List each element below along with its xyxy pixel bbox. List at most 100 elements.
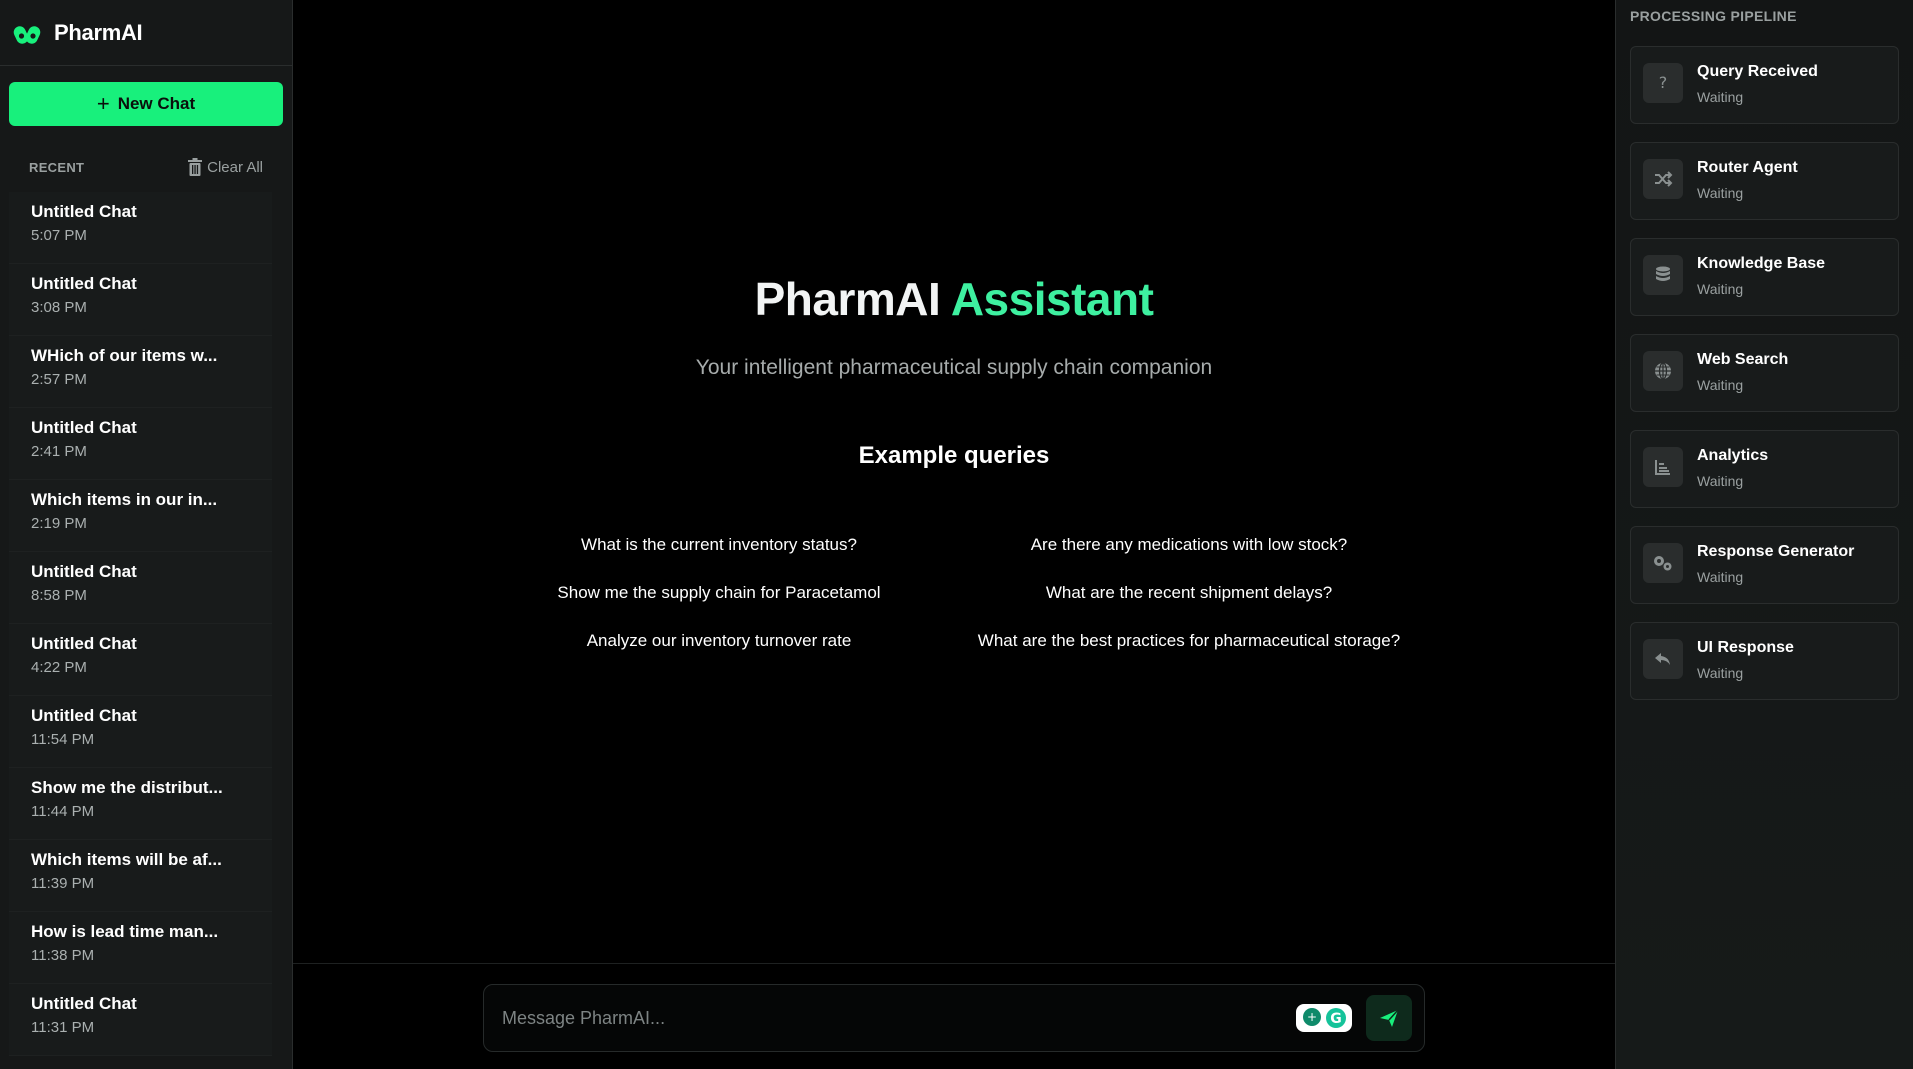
stage-name: Response Generator (1697, 543, 1855, 560)
svg-text:+: + (1307, 1010, 1317, 1024)
chat-history-item[interactable]: Untitled Chat 4:22 PM (9, 624, 272, 696)
message-input[interactable] (484, 985, 1296, 1051)
stage-name: Web Search (1697, 351, 1789, 368)
recent-header: RECENT Clear All (0, 156, 292, 178)
extension-icons: + G (1296, 1004, 1352, 1032)
chat-title: Untitled Chat (31, 274, 137, 293)
chat-title: Untitled Chat (31, 202, 137, 221)
example-queries-grid: What is the current inventory status? Ar… (504, 530, 1404, 656)
example-query[interactable]: What is the current inventory status? (504, 530, 934, 560)
brand-name: PharmAI (54, 19, 143, 45)
example-query[interactable]: What are the recent shipment delays? (974, 578, 1404, 608)
reply-icon (1643, 639, 1683, 679)
send-icon (1380, 1009, 1399, 1027)
pipeline-stage-router-agent: Router Agent Waiting (1630, 142, 1899, 220)
chat-title: Untitled Chat (31, 562, 137, 581)
pipeline-title: PROCESSING PIPELINE (1630, 8, 1797, 24)
welcome-section: PharmAI Assistant Your intelligent pharm… (293, 272, 1615, 656)
stage-name: Knowledge Base (1697, 255, 1826, 272)
pipeline-stage-response-generator: Response Generator Waiting (1630, 526, 1899, 604)
chat-history-item[interactable]: Which items in our in... 2:19 PM (9, 480, 272, 552)
chat-title: Untitled Chat (31, 634, 137, 653)
page-title: PharmAI Assistant (293, 272, 1615, 326)
new-chat-button[interactable]: + New Chat (9, 82, 283, 126)
composer-bar: + G (293, 963, 1615, 1069)
chat-time: 4:22 PM (31, 659, 87, 676)
stage-name: Router Agent (1697, 159, 1798, 176)
chat-title: Untitled Chat (31, 706, 137, 725)
chat-time: 8:58 PM (31, 587, 87, 604)
composer: + G (483, 984, 1425, 1052)
chat-title: Show me the distribut... (31, 778, 223, 797)
chat-time: 11:39 PM (31, 875, 95, 892)
sidebar: PharmAI + New Chat RECENT Clear All Unti… (0, 0, 293, 1069)
chat-title: Untitled Chat (31, 994, 137, 1013)
stage-status: Waiting (1697, 473, 1744, 489)
chat-time: 5:07 PM (31, 227, 87, 244)
send-button[interactable] (1366, 995, 1412, 1041)
chat-history-item[interactable]: Untitled Chat 3:08 PM (9, 264, 272, 336)
stage-status: Waiting (1697, 185, 1744, 201)
plus-icon: + (96, 91, 110, 116)
examples-heading: Example queries (858, 442, 1050, 469)
chat-time: 2:57 PM (31, 371, 87, 388)
pipeline-stage-knowledge-base: Knowledge Base Waiting (1630, 238, 1899, 316)
chat-title: Untitled Chat (31, 418, 137, 437)
example-query[interactable]: Show me the supply chain for Paracetamol (504, 578, 934, 608)
example-query[interactable]: Analyze our inventory turnover rate (504, 626, 934, 656)
title-brand: PharmAI (754, 273, 941, 325)
svg-text:G: G (1330, 1011, 1342, 1027)
title-assistant: Assistant (950, 273, 1154, 325)
chat-time: 11:38 PM (31, 947, 95, 964)
main-chat-area: PharmAI Assistant Your intelligent pharm… (293, 0, 1615, 1069)
clear-all-button[interactable]: Clear All (187, 158, 263, 176)
chat-history-item[interactable]: Show me the distribut... 11:44 PM (9, 768, 272, 840)
stage-status: Waiting (1697, 281, 1744, 297)
chat-title: WHich of our items w... (31, 346, 218, 365)
stage-status: Waiting (1697, 665, 1744, 681)
example-query[interactable]: What are the best practices for pharmace… (974, 626, 1404, 656)
chat-history-list: Untitled Chat 5:07 PM Untitled Chat 3:08… (0, 192, 292, 1056)
processing-pipeline-panel: PROCESSING PIPELINE ? Query Received Wai… (1615, 0, 1913, 1069)
database-icon (1643, 255, 1683, 295)
stage-name: Analytics (1697, 447, 1769, 464)
brand-header: PharmAI (0, 0, 292, 66)
chat-history-item[interactable]: Untitled Chat 5:07 PM (9, 192, 272, 264)
globe-icon (1643, 351, 1683, 391)
trash-icon (188, 158, 203, 176)
recent-label: RECENT (29, 159, 85, 175)
gears-icon (1643, 543, 1683, 583)
stage-status: Waiting (1697, 89, 1744, 105)
chat-time: 11:31 PM (31, 1019, 95, 1036)
chat-history-item[interactable]: Untitled Chat 11:31 PM (9, 984, 272, 1056)
chat-history-item[interactable]: Untitled Chat 2:41 PM (9, 408, 272, 480)
stage-status: Waiting (1697, 377, 1744, 393)
chat-time: 2:19 PM (31, 515, 87, 532)
example-query[interactable]: Are there any medications with low stock… (974, 530, 1404, 560)
chat-history-item[interactable]: Untitled Chat 8:58 PM (9, 552, 272, 624)
svg-text:?: ? (1659, 73, 1668, 92)
stage-name: Query Received (1697, 63, 1818, 80)
chat-title: Which items will be af... (31, 850, 222, 869)
chat-history-item[interactable]: How is lead time man... 11:38 PM (9, 912, 272, 984)
new-chat-label: New Chat (117, 94, 196, 113)
pipeline-stage-web-search: Web Search Waiting (1630, 334, 1899, 412)
stage-status: Waiting (1697, 569, 1744, 585)
clear-all-label: Clear All (207, 158, 263, 176)
chat-time: 11:54 PM (31, 731, 95, 748)
pharmai-logo-icon (13, 25, 41, 44)
chart-icon (1643, 447, 1683, 487)
chat-time: 2:41 PM (31, 443, 87, 460)
question-icon: ? (1643, 63, 1683, 103)
pipeline-stage-analytics: Analytics Waiting (1630, 430, 1899, 508)
chat-history-item[interactable]: Untitled Chat 11:54 PM (9, 696, 272, 768)
page-subtitle: Your intelligent pharmaceutical supply c… (695, 356, 1213, 379)
chat-history-item[interactable]: Which items will be af... 11:39 PM (9, 840, 272, 912)
stage-name: UI Response (1697, 639, 1794, 656)
chat-title: Which items in our in... (31, 490, 218, 509)
chat-history-item[interactable]: WHich of our items w... 2:57 PM (9, 336, 272, 408)
chat-time: 11:44 PM (31, 803, 95, 820)
pipeline-stage-query-received: ? Query Received Waiting (1630, 46, 1899, 124)
grammarly-extension-icon[interactable]: + G (1296, 1004, 1352, 1032)
pipeline-stage-ui-response: UI Response Waiting (1630, 622, 1899, 700)
